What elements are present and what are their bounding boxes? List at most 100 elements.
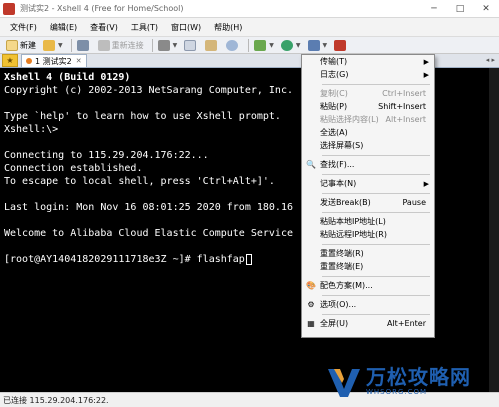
menu-item-label: 全选(A)	[320, 128, 348, 137]
watermark-logo-icon	[328, 369, 360, 397]
tunnel-button[interactable]: ▼	[306, 38, 330, 52]
paste-icon	[205, 39, 218, 51]
menu-item-shortcut: Alt+Enter	[386, 319, 426, 328]
terminal-scrollbar[interactable]	[489, 68, 499, 392]
menu-item-label: 记事本(N)	[320, 179, 357, 188]
session-status-icon	[26, 58, 32, 64]
context-menu-item[interactable]: 粘贴(P) Shift+Insert	[302, 100, 434, 113]
menu-window[interactable]: 窗口(W)	[171, 22, 201, 33]
menu-item-icon: 🔍	[306, 160, 316, 169]
xshell-app-icon	[3, 2, 15, 15]
menu-item-label: 配色方案(M)...	[320, 281, 373, 290]
context-menu: 传输(T) ▶ 日志(G) ▶ 复制(C) Ctrl+Insert 粘贴(P) Shift+I…	[301, 54, 435, 338]
menu-edit[interactable]: 编辑(E)	[50, 22, 77, 33]
menu-view[interactable]: 查看(V)	[90, 22, 118, 33]
context-menu-item[interactable]: 选择屏幕(S)	[302, 139, 434, 152]
find-button[interactable]	[224, 38, 242, 52]
globe-button[interactable]: ▼	[279, 38, 303, 52]
menu-item-gutter	[302, 100, 320, 113]
context-menu-item[interactable]: 日志(G) ▶	[302, 68, 434, 81]
chevron-down-icon: ▼	[172, 41, 178, 49]
menu-help[interactable]: 帮助(H)	[214, 22, 242, 33]
menu-item-shortcut: Alt+Insert	[385, 115, 426, 124]
menu-file[interactable]: 文件(F)	[10, 22, 37, 33]
menu-bar: 文件(F) 编辑(E) 查看(V) 工具(T) 窗口(W) 帮助(H)	[0, 18, 499, 36]
copy-icon	[184, 39, 197, 51]
menu-item-gutter	[302, 87, 320, 100]
menu-item-label: 粘贴(P)	[320, 102, 348, 111]
disconnect-icon	[97, 39, 110, 51]
menu-item-gutter	[302, 247, 320, 260]
tab-nav-arrows[interactable]: ◂ ▸	[486, 56, 495, 64]
context-menu-item[interactable]: 重置终端(R)	[302, 247, 434, 260]
context-menu-item[interactable]: ▦ 全屏(U) Alt+Enter	[302, 317, 434, 330]
menu-item-gutter	[302, 177, 320, 190]
xftp-icon	[334, 39, 347, 51]
context-menu-item[interactable]: 粘贴选择内容(L) Alt+Insert	[302, 113, 434, 126]
menu-item-label: 发送Break(B)	[320, 198, 371, 207]
properties-icon	[157, 39, 170, 51]
reconnect-button[interactable]: 重新连接	[96, 38, 146, 52]
watermark-subtitle: WHSORG.COM	[366, 388, 428, 396]
menu-item-label: 重置终端(E)	[320, 262, 364, 271]
close-icon[interactable]: ✕	[76, 57, 82, 65]
xftp-button[interactable]	[332, 38, 350, 52]
new-session-button[interactable]: 新建	[4, 38, 38, 52]
menu-item-label: 查找(F)...	[320, 160, 355, 169]
new-session-label: 新建	[20, 40, 36, 50]
context-menu-item[interactable]: ⚙ 选项(O)...	[302, 298, 434, 311]
menu-item-label: 日志(G)	[320, 70, 349, 79]
menu-item-gutter	[302, 228, 320, 241]
palette-icon	[254, 39, 267, 51]
context-menu-item[interactable]: 全选(A)	[302, 126, 434, 139]
context-menu-item[interactable]: 复制(C) Ctrl+Insert	[302, 87, 434, 100]
menu-item-label: 传输(T)	[320, 57, 348, 66]
menu-item-gutter	[302, 68, 320, 81]
menu-item-shortcut: Pause	[402, 198, 426, 207]
menu-item-gutter	[302, 139, 320, 152]
copy-button[interactable]	[182, 38, 200, 52]
folder-icon	[43, 39, 55, 51]
submenu-arrow-icon: ▶	[423, 179, 429, 188]
context-menu-item[interactable]: 🎨 配色方案(M)...	[302, 279, 434, 292]
menu-item-label: 重置终端(R)	[320, 249, 364, 258]
paste-button[interactable]	[203, 38, 221, 52]
tab-session-1[interactable]: 1 测试实2 ✕	[21, 54, 87, 67]
tunnel-icon	[307, 39, 320, 51]
new-session-icon	[6, 39, 18, 51]
window-controls: ─ □ ✕	[421, 0, 499, 18]
connect-button[interactable]	[75, 38, 93, 52]
reconnect-label: 重新连接	[111, 40, 144, 50]
toolbar-separator	[151, 38, 153, 52]
watermark: 万松攻略网 WHSORG.COM	[326, 358, 496, 404]
context-menu-item[interactable]: 记事本(N) ▶	[302, 177, 434, 190]
terminal-prompt-text: [root@AY1404182029111718e3Z ~]# flashfap	[4, 254, 245, 265]
menu-item-label: 全屏(U)	[320, 319, 349, 328]
chevron-down-icon: ▼	[322, 41, 328, 49]
menu-item-label: 粘贴本地IP地址(L)	[320, 217, 386, 226]
toolbar-separator	[248, 38, 250, 52]
menu-item-gutter	[302, 55, 320, 68]
close-button[interactable]: ✕	[473, 0, 499, 18]
globe-icon	[280, 39, 293, 51]
menu-item-label: 选项(O)...	[320, 300, 357, 309]
menu-item-label: 粘贴选择内容(L)	[320, 115, 379, 124]
menu-item-gutter	[302, 260, 320, 273]
menu-item-icon: ⚙	[307, 300, 315, 309]
properties-button[interactable]: ▼	[156, 38, 180, 52]
menu-item-shortcut: Ctrl+Insert	[382, 89, 426, 98]
menu-tools[interactable]: 工具(T)	[131, 22, 158, 33]
chevron-down-icon: ▼	[295, 41, 301, 49]
context-menu-item[interactable]: 重置终端(E)	[302, 260, 434, 273]
maximize-button[interactable]: □	[447, 0, 473, 18]
toolbar-separator	[70, 38, 72, 52]
context-menu-item[interactable]: 粘贴本地IP地址(L)	[302, 215, 434, 228]
color-scheme-button[interactable]: ▼	[252, 38, 276, 52]
context-menu-item[interactable]: 粘贴远程IP地址(R)	[302, 228, 434, 241]
minimize-button[interactable]: ─	[421, 0, 447, 18]
context-menu-item[interactable]: 传输(T) ▶	[302, 55, 434, 68]
home-tab-icon[interactable]: ★	[2, 54, 18, 67]
open-folder-button[interactable]: ▼	[41, 38, 65, 52]
context-menu-item[interactable]: 🔍 查找(F)...	[302, 158, 434, 171]
context-menu-item[interactable]: 发送Break(B) Pause	[302, 196, 434, 209]
